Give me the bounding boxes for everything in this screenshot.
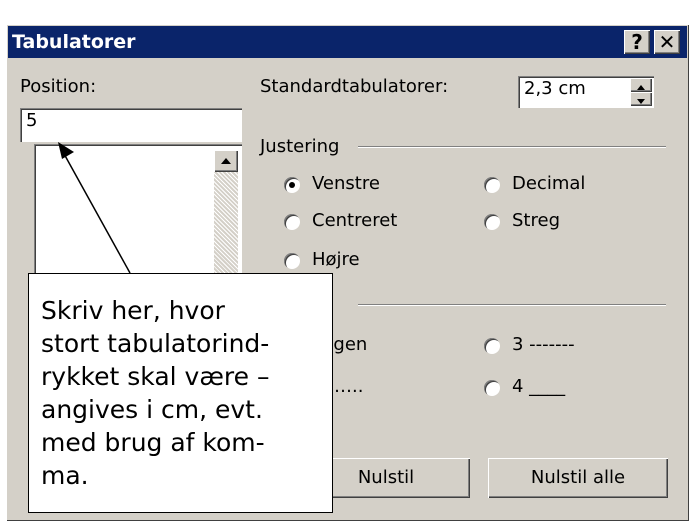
callout-pointer [58,142,131,274]
callout-line [62,151,131,274]
arrow-head-icon [58,142,74,159]
